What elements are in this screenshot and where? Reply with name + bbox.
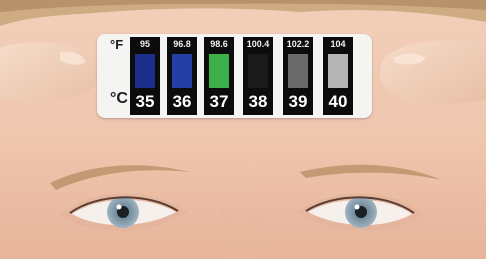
fahrenheit-reading: 104 [330,39,346,49]
temperature-cell-35: 95 35 [130,37,160,115]
fahrenheit-reading: 100.4 [246,39,270,49]
temperature-cell-38: 100.4 38 [243,37,273,115]
fahrenheit-reading: 95 [139,39,150,49]
celsius-reading: 37 [209,92,229,111]
celsius-reading: 39 [288,92,308,111]
color-swatch [288,54,308,88]
temperature-cell-40: 104 40 [323,37,353,115]
color-swatch [135,54,155,88]
celsius-reading: 40 [328,92,348,111]
celsius-reading: 35 [135,92,155,111]
celsius-reading: 38 [248,92,268,111]
color-swatch [209,54,229,88]
temperature-cell-37: 98.6 37 [204,37,234,115]
fahrenheit-unit-label: °F [110,37,124,52]
celsius-unit-label: °C [110,90,128,107]
color-swatch [172,54,192,88]
temperature-cell-39: 102.2 39 [283,37,313,115]
fahrenheit-reading: 96.8 [173,39,191,49]
fahrenheit-reading: 98.6 [210,39,228,49]
celsius-reading: 36 [172,92,192,111]
temperature-cell-36: 96.8 36 [167,37,197,115]
color-swatch [328,54,348,88]
fahrenheit-reading: 102.2 [286,39,310,49]
color-swatch [248,54,268,88]
